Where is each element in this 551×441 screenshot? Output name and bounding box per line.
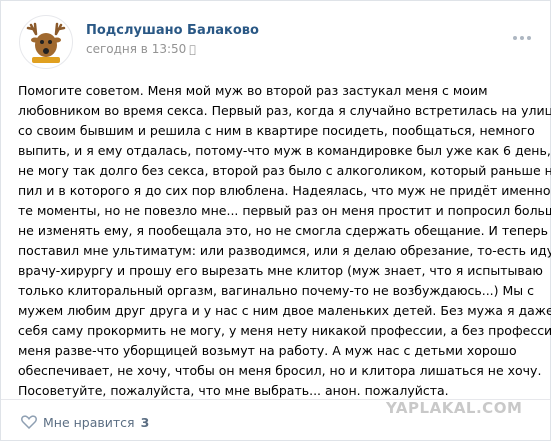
community-avatar[interactable] [19, 15, 73, 69]
post-line: любовником во время секса. Первый раз, к… [18, 103, 551, 118]
post-line: Помогите советом. Меня мой муж во второй… [18, 83, 488, 98]
post-text: Помогите советом. Меня мой муж во второй… [18, 81, 551, 401]
like-label: Мне нравится [43, 414, 135, 430]
post-line: только клиторальный оргазм, вагинально п… [18, 283, 535, 298]
more-options-icon[interactable] [513, 27, 535, 40]
post-line: не могу так долго без секса, второй раз … [18, 163, 551, 178]
post-line: себя саму прокормить не могу, у меня нет… [18, 323, 551, 338]
post-line: со своим бывшим и решила с ним в квартир… [18, 123, 535, 138]
deer-logo-icon [26, 22, 66, 63]
post-line: не изменять ему, я пообещала это, но не … [18, 223, 551, 238]
post-author[interactable]: Подслушано Балаково [86, 23, 259, 38]
post-date-text: сегодня в 13:50 [86, 42, 187, 56]
post-line: поставил мне ультиматум: или разводимся,… [18, 243, 551, 258]
like-button[interactable]: Мне нравится 3 [21, 413, 149, 431]
post-line: Посоветуйте, пожалуйста, что мне выбрать… [18, 383, 449, 398]
post-line: меня разве-что уборщицей возьмут на рабо… [18, 343, 517, 358]
heart-icon [21, 415, 37, 429]
like-count: 3 [140, 414, 150, 430]
post-line: пил и в которого я до сих пор влюблена. … [18, 183, 551, 198]
post-line: те моменты, но не повезло мне... первый … [18, 203, 551, 218]
post-line: выпить, и я ему отдалась, потому-что муж… [18, 143, 551, 158]
post-line: врачу-хирургу и прошу его вырезать мне к… [18, 263, 543, 278]
post-date[interactable]: сегодня в 13:50 [86, 42, 196, 56]
post-line: мужем любим друг друга и у нас с ним дво… [18, 303, 551, 318]
watermark: YAPLAKAL.COM [386, 399, 523, 417]
apple-icon:  [189, 43, 196, 56]
post-card: Подслушано Балаково сегодня в 13:50 Пом… [0, 0, 551, 441]
post-line: обеспечивает, не хочу, чтобы он меня бро… [18, 363, 542, 378]
